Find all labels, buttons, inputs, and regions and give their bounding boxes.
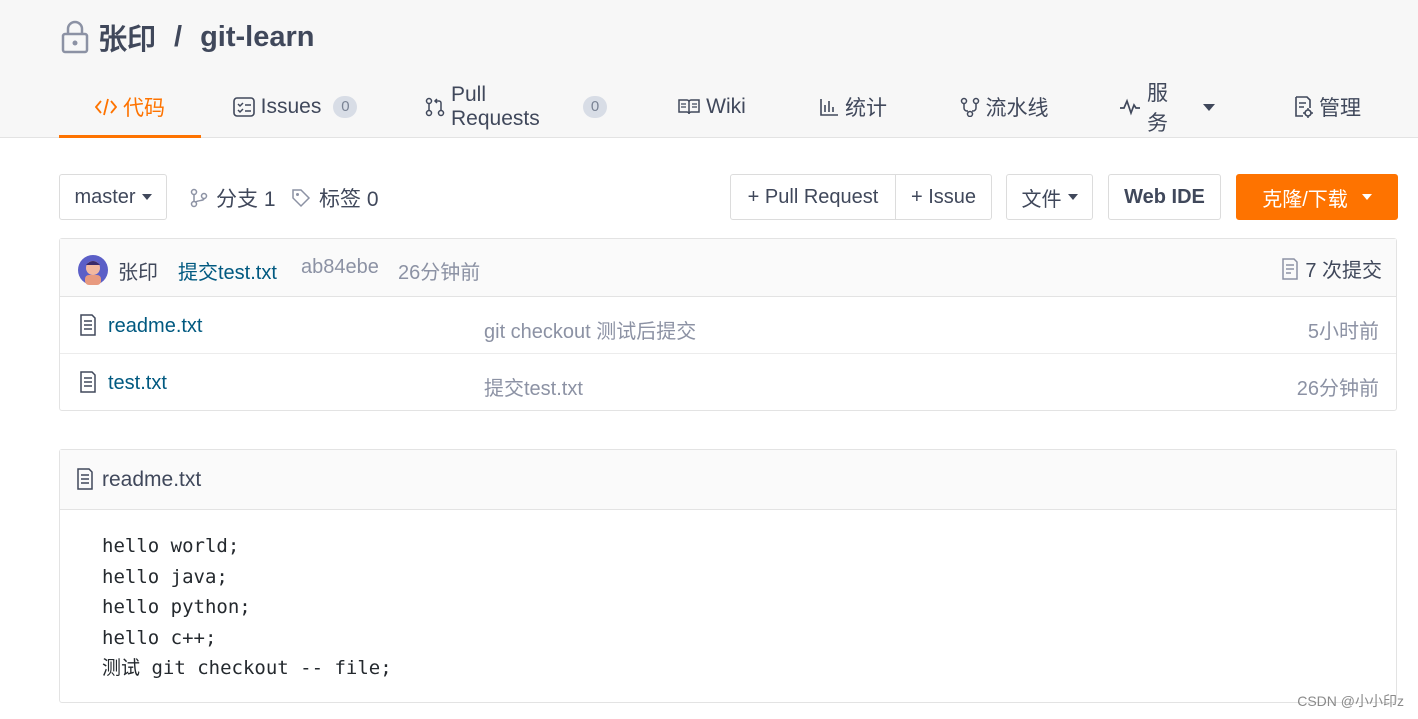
chevron-down-icon	[1067, 194, 1078, 200]
tab-manage[interactable]: 管理	[1287, 78, 1367, 136]
commit-author[interactable]: 张印	[118, 256, 158, 285]
code-icon	[95, 97, 117, 117]
branches-link[interactable]: 分支 1	[190, 180, 276, 216]
tab-label: Pull Requests	[451, 83, 540, 130]
file-commit-time: 5小时前	[1307, 321, 1379, 343]
tab-label: 代码	[123, 96, 165, 120]
branch-icon	[190, 188, 208, 208]
issues-count-badge: 0	[333, 96, 358, 118]
chevron-down-icon	[1203, 103, 1215, 111]
new-pull-request-button[interactable]: + Pull Request	[730, 174, 896, 220]
avatar[interactable]	[78, 255, 108, 285]
file-dropdown-button[interactable]: 文件	[1006, 174, 1093, 220]
branch-select[interactable]: master	[59, 174, 167, 220]
pulse-icon	[1119, 98, 1141, 116]
file-commit-time: 26分钟前	[1296, 378, 1379, 400]
readme-line: hello world;	[102, 535, 240, 557]
file-icon	[79, 314, 97, 336]
branches-count-label: 分支 1	[216, 188, 276, 211]
tab-label: 统计	[845, 97, 887, 120]
file-name-link[interactable]: readme.txt	[108, 315, 202, 338]
repo-header: 张印 / git-learn 代码 Issues 0 Pull Requests…	[0, 0, 1418, 138]
tab-code[interactable]: 代码	[59, 78, 201, 138]
clone-download-button[interactable]: 克隆/下载	[1236, 174, 1398, 220]
tab-wiki[interactable]: Wiki	[677, 78, 747, 136]
commit-count-label: 7 次提交	[1305, 260, 1382, 282]
tag-icon	[291, 188, 311, 208]
new-issue-button[interactable]: + Issue	[895, 174, 992, 220]
repo-tabs: 代码 Issues 0 Pull Requests 0 Wiki 统计 流水线 …	[59, 78, 1399, 138]
tab-label: 服务	[1147, 82, 1168, 135]
readme-content: hello world; hello java; hello python; h…	[102, 531, 392, 684]
readme-panel: readme.txt hello world; hello java; hell…	[59, 449, 1397, 703]
readme-line: 测试 git checkout -- file;	[102, 657, 392, 679]
file-row[interactable]: test.txt 提交test.txt 26分钟前	[60, 354, 1396, 411]
commit-count-link[interactable]: 7 次提交	[1281, 254, 1382, 283]
readme-line: hello java;	[102, 565, 228, 588]
chevron-down-icon	[1361, 194, 1372, 200]
commit-hash[interactable]: ab84ebe	[301, 256, 379, 279]
pipeline-icon	[960, 97, 980, 117]
commit-history-icon	[1281, 257, 1299, 280]
commit-time: 26分钟前	[398, 262, 481, 284]
tab-pipeline[interactable]: 流水线	[957, 78, 1051, 136]
tab-pull-requests[interactable]: Pull Requests 0	[425, 78, 607, 136]
issues-icon	[232, 97, 255, 117]
readme-header: readme.txt	[60, 450, 1396, 510]
wiki-book-icon	[678, 98, 700, 116]
clone-download-label: 克隆/下载	[1262, 188, 1348, 211]
file-icon	[79, 371, 97, 393]
bar-chart-icon	[819, 97, 839, 117]
file-list-panel: 张印 提交test.txt ab84ebe 26分钟前 7 次提交 readme…	[59, 238, 1397, 411]
file-row[interactable]: readme.txt git checkout 测试后提交 5小时前	[60, 297, 1396, 354]
repo-name-link[interactable]: git-learn	[200, 21, 314, 54]
file-commit-message[interactable]: git checkout 测试后提交	[484, 315, 696, 344]
tab-issues[interactable]: Issues 0	[232, 78, 358, 136]
pull-requests-count-badge: 0	[583, 96, 607, 118]
tab-label: 流水线	[985, 97, 1049, 120]
readme-title: readme.txt	[102, 468, 202, 491]
lock-icon	[60, 20, 90, 54]
chevron-down-icon	[141, 194, 152, 200]
watermark: CSDN @小小印z	[1297, 693, 1404, 709]
file-commit-message[interactable]: 提交test.txt	[484, 372, 583, 401]
tags-link[interactable]: 标签 0	[291, 180, 379, 216]
commit-message-link[interactable]: 提交test.txt	[178, 256, 277, 285]
tab-stats[interactable]: 统计	[817, 78, 889, 136]
readme-line: hello c++;	[102, 626, 217, 649]
file-name-link[interactable]: test.txt	[108, 372, 167, 395]
manage-icon	[1293, 96, 1313, 118]
repo-owner-link[interactable]: 张印	[98, 16, 156, 58]
tab-label: 管理	[1319, 97, 1361, 120]
readme-file-icon	[76, 468, 94, 490]
file-dropdown-label: 文件	[1021, 188, 1062, 211]
readme-line: hello python;	[102, 596, 251, 618]
pull-request-icon	[425, 97, 445, 117]
web-ide-button[interactable]: Web IDE	[1108, 174, 1221, 220]
branch-select-value: master	[74, 185, 136, 208]
tab-services-dropdown[interactable]: 服务	[1119, 78, 1215, 136]
repo-title: 张印 / git-learn	[60, 16, 314, 58]
tags-count-label: 标签 0	[319, 188, 379, 211]
last-commit-bar: 张印 提交test.txt ab84ebe 26分钟前 7 次提交	[60, 239, 1396, 297]
tab-label: Wiki	[706, 95, 746, 118]
tab-label: Issues	[260, 95, 322, 118]
repo-separator: /	[174, 20, 183, 53]
